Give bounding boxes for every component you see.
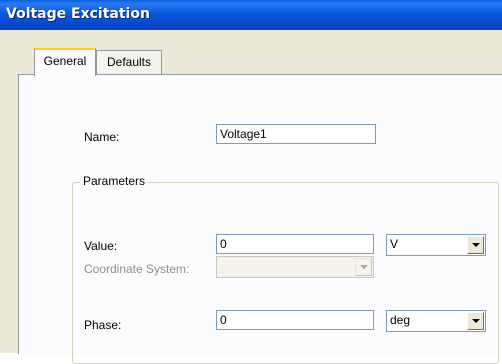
chevron-down-icon [472, 243, 480, 247]
chevron-down-icon [360, 265, 368, 269]
chevron-down-icon [472, 319, 480, 323]
value-unit-text: V [390, 237, 399, 251]
value-input[interactable]: 0 [216, 234, 374, 254]
phase-unit-text: deg [390, 313, 411, 327]
phase-unit-select[interactable]: deg [386, 310, 486, 332]
name-label: Name: [84, 130, 120, 144]
value-label-text: Value: [84, 239, 118, 253]
value-unit-select[interactable]: V [386, 234, 486, 256]
window-title: Voltage Excitation [6, 6, 150, 22]
tab-general[interactable]: General [34, 48, 96, 76]
coordinate-system-label: Coordinate System: [84, 262, 190, 276]
coordinate-system-select[interactable] [216, 256, 374, 278]
phase-label: Phase: [84, 318, 122, 332]
tab-defaults-label: Defaults [106, 55, 152, 69]
title-bar[interactable]: Voltage Excitation [0, 0, 502, 30]
value-unit-dropdown-button[interactable] [467, 236, 484, 254]
phase-input[interactable]: 0 [216, 310, 374, 330]
phase-unit-dropdown-button[interactable] [467, 312, 484, 330]
voltage-excitation-dialog: Voltage Excitation General Defaults Name… [0, 0, 502, 364]
parameters-group-label: Parameters [80, 174, 149, 188]
tab-general-label: General [43, 54, 87, 68]
coordinate-system-dropdown-button[interactable] [355, 258, 372, 276]
tab-defaults[interactable]: Defaults [96, 50, 162, 75]
name-input[interactable]: Voltage1 [216, 124, 376, 144]
